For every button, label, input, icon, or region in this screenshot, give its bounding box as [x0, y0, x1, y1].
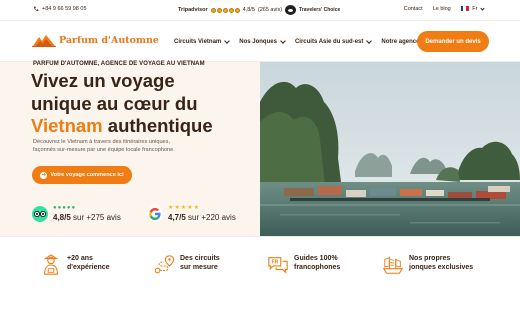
start-trip-button[interactable]: ➜ Votre voyage commence ici: [32, 166, 132, 184]
junk-boat-icon: [382, 256, 404, 274]
tripadvisor-label: Tripadvisor: [178, 7, 208, 13]
feature-line-2: sur mesure: [180, 264, 218, 271]
logo[interactable]: Parfum d'Automne: [32, 33, 159, 47]
description-line-2: façonnés sur-mesure par une équipe local…: [33, 147, 175, 153]
headline-tail: authentique: [102, 115, 213, 136]
hero-bay-photo: [260, 62, 520, 236]
rating-stars: ★ ★ ★ ★ ★: [168, 205, 199, 211]
feature-line-1: +20 ans: [67, 255, 93, 262]
hero-description: Découvrez le Vietnam à travers des itiné…: [33, 138, 233, 154]
chevron-down-icon: [480, 6, 485, 11]
chevron-down-icon: [224, 37, 231, 44]
language-selector[interactable]: Fr: [460, 6, 485, 12]
tripadvisor-owl-icon: [32, 205, 48, 222]
headline-highlight: Vietnam: [31, 115, 103, 136]
contact-link[interactable]: Contact: [404, 6, 423, 12]
feature-line-2: d'expérience: [67, 264, 110, 271]
google-rating[interactable]: ★ ★ ★ ★ ★ 4,7/5 sur +220 avis: [147, 205, 236, 222]
tripadvisor-count: (265 avis): [257, 7, 283, 13]
tripadvisor-score: 4,8/5: [242, 7, 255, 13]
nav-menu: Circuits Vietnam Nos Jonques Circuits As…: [174, 37, 419, 45]
svg-text:FR: FR: [272, 260, 279, 266]
nav-item-label: Circuits Asie du sud-est: [294, 39, 364, 45]
nav-item-label: Circuits Vietnam: [174, 39, 222, 45]
chevron-down-icon: [280, 37, 286, 44]
feature-line-2: jonques exclusives: [409, 264, 474, 271]
logo-text: Parfum d'Automne: [59, 34, 159, 46]
tripadvisor-rating[interactable]: ● ● ● ● ● 4,8/5 sur +275 avis: [32, 205, 121, 222]
feature-line-2: francophones: [294, 264, 341, 271]
nav-item-nos-jonques[interactable]: Nos Jonques: [239, 37, 286, 45]
french-flag-icon: [460, 6, 469, 12]
nav-item-notre-agence[interactable]: Notre agence: [381, 39, 419, 45]
start-trip-label: Votre voyage commence ici: [50, 172, 124, 178]
chevron-down-icon: [366, 37, 373, 44]
blog-link[interactable]: Le blog: [433, 6, 451, 12]
rating-suffix: sur +220 avis: [185, 213, 236, 222]
feature-line-1: Nos propres: [409, 255, 451, 262]
phone-number: +84 9 66 59 98 05: [42, 6, 87, 12]
nav-item-label: Nos Jonques: [239, 39, 277, 45]
hero-headline: Vivez un voyage unique au cœur du Vietna…: [31, 70, 259, 138]
feature-line-1: Guides 100%: [294, 255, 338, 262]
rating-stars: ● ● ● ● ●: [53, 205, 76, 211]
arrow-right-icon: ➜: [40, 171, 48, 179]
headline-line-1: Vivez un voyage: [31, 70, 175, 91]
feature-custom-circuits: Des circuits sur mesure: [153, 254, 255, 276]
feature-junk-boats: Nos propres jonques exclusives: [382, 254, 484, 276]
logo-icon: [32, 35, 56, 47]
rating-score: 4,7/5: [168, 213, 186, 222]
rating-suffix: sur +275 avis: [70, 213, 121, 222]
chat-fr-icon: FR: [268, 257, 288, 274]
headline-line-3: Vietnam authentique: [31, 115, 259, 138]
language-label: Fr: [472, 6, 478, 12]
tripadvisor-badge[interactable]: Tripadvisor 4,8/5 (265 avis) Travelers' …: [178, 5, 340, 15]
description-line-1: Découvrez le Vietnam à travers des itiné…: [33, 139, 171, 145]
request-quote-button[interactable]: Demander un devis: [417, 31, 489, 52]
travelers-choice-icon: [285, 5, 297, 15]
top-links: Contact Le blog Fr: [404, 6, 485, 12]
headline-line-2: unique au cœur du: [31, 92, 198, 114]
feature-line-1: Des circuits: [180, 255, 220, 262]
guide-icon: [43, 254, 59, 275]
google-icon: [147, 205, 163, 222]
travelers-choice-label: Travelers' Choice: [299, 7, 341, 13]
phone-icon: [34, 6, 39, 11]
features-strip: [0, 236, 520, 325]
nav-item-label: Notre agence: [381, 39, 420, 45]
nav-item-circuits-vietnam[interactable]: Circuits Vietnam: [174, 37, 231, 45]
main-nav: Parfum d'Automne Circuits Vietnam Nos Jo…: [0, 20, 520, 62]
nav-item-circuits-asie[interactable]: Circuits Asie du sud-est: [294, 37, 373, 45]
rating-score: 4,8/5: [53, 213, 71, 222]
feature-experience: +20 ans d'expérience: [40, 254, 142, 276]
phone-link[interactable]: +84 9 66 59 98 05: [33, 6, 87, 12]
top-bar: +84 9 66 59 98 05 Tripadvisor 4,8/5 (265…: [0, 0, 520, 20]
feature-french-guides: FR Guides 100% francophones: [267, 254, 369, 276]
hero-eyebrow: PARFUM D'AUTOMNE, AGENCE DE VOYAGE AU VI…: [33, 61, 205, 67]
tripadvisor-dots: [210, 7, 240, 13]
route-icon: [154, 255, 175, 274]
